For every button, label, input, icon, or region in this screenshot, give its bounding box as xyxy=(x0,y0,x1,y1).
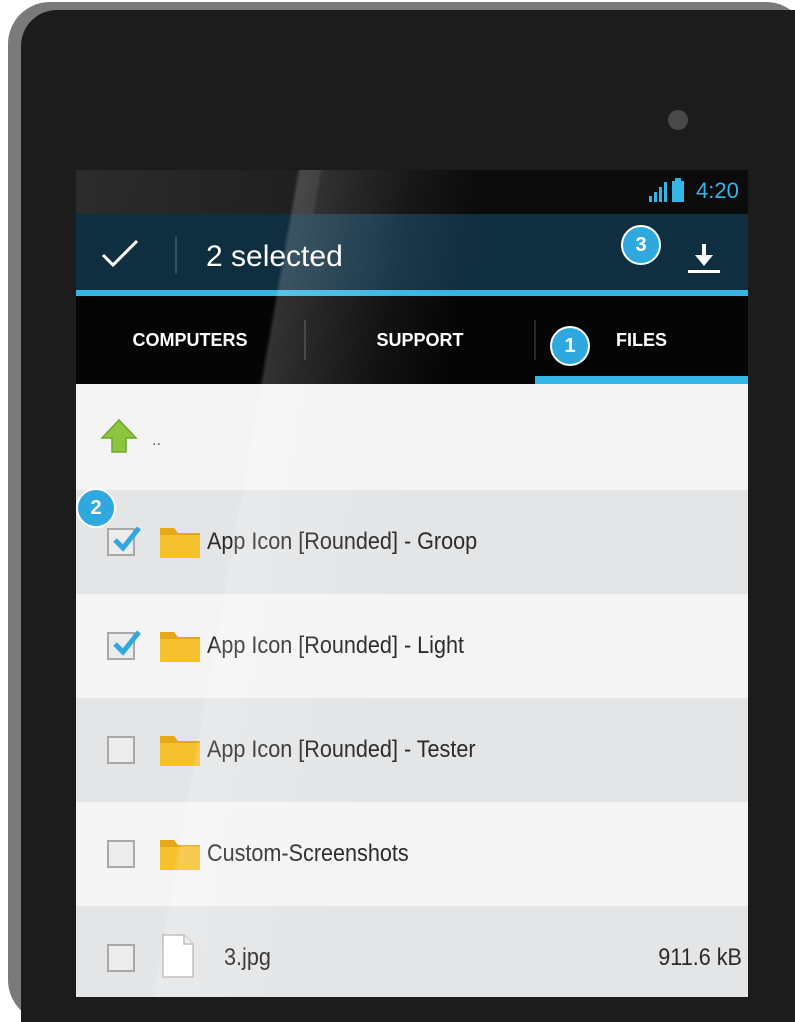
list-item[interactable]: App Icon [Rounded] - Groop xyxy=(76,490,748,594)
folder-icon xyxy=(160,840,200,870)
list-item[interactable]: Custom-Screenshots xyxy=(76,802,748,906)
folder-icon xyxy=(160,528,200,558)
callout-badge: 2 xyxy=(76,488,116,528)
folder-up-arrow-icon xyxy=(100,418,138,453)
tab-support[interactable]: SUPPORT xyxy=(305,296,535,384)
item-checkbox[interactable] xyxy=(107,736,135,764)
folder-icon xyxy=(160,736,200,766)
list-item[interactable]: App Icon [Rounded] - Light xyxy=(76,594,748,698)
selected-count: 2 selected xyxy=(206,240,343,273)
checkmark-icon xyxy=(113,526,141,552)
action-bar-divider xyxy=(175,236,177,274)
signal-icon xyxy=(649,182,667,202)
callout-badge: 3 xyxy=(621,225,661,265)
item-name: App Icon [Rounded] - Groop xyxy=(207,528,478,555)
active-tab-indicator xyxy=(535,376,748,384)
front-camera xyxy=(668,110,688,130)
file-icon xyxy=(162,934,194,978)
item-checkbox[interactable] xyxy=(107,944,135,972)
tab-computers[interactable]: COMPUTERS xyxy=(76,296,304,384)
folder-icon xyxy=(160,632,200,662)
parent-directory-row[interactable]: .. xyxy=(76,384,748,490)
item-checkbox[interactable] xyxy=(107,840,135,868)
download-icon xyxy=(688,244,720,273)
parent-directory-label: .. xyxy=(152,432,161,449)
list-item[interactable]: App Icon [Rounded] - Tester xyxy=(76,698,748,802)
item-name: 3.jpg xyxy=(224,944,271,971)
app-screen: 4:20 2 selected COMPUTERS SUPPORT FILES xyxy=(76,170,748,997)
item-checkbox-checked[interactable] xyxy=(107,630,141,660)
tab-support-label: SUPPORT xyxy=(376,329,464,350)
tab-computers-label: COMPUTERS xyxy=(132,329,248,350)
item-size: 911.6 kB xyxy=(658,944,742,971)
item-name: App Icon [Rounded] - Light xyxy=(207,632,464,659)
done-button[interactable] xyxy=(92,226,156,284)
status-bar: 4:20 xyxy=(76,170,748,214)
checkmark-done-icon xyxy=(101,239,139,268)
download-button[interactable] xyxy=(676,228,736,284)
list-item[interactable]: 3.jpg 911.6 kB xyxy=(76,906,748,997)
callout-badge: 1 xyxy=(550,326,590,366)
item-name: Custom-Screenshots xyxy=(207,840,409,867)
item-name: App Icon [Rounded] - Tester xyxy=(207,736,476,763)
tab-files-label: FILES xyxy=(615,329,667,350)
status-clock: 4:20 xyxy=(696,178,739,203)
tab-bar: COMPUTERS SUPPORT FILES xyxy=(76,296,748,384)
file-list: .. App Icon [Rounded] - Groop App Icon [… xyxy=(76,384,748,997)
item-checkbox-checked[interactable] xyxy=(107,526,141,556)
checkmark-icon xyxy=(113,630,141,656)
battery-icon xyxy=(672,178,684,202)
